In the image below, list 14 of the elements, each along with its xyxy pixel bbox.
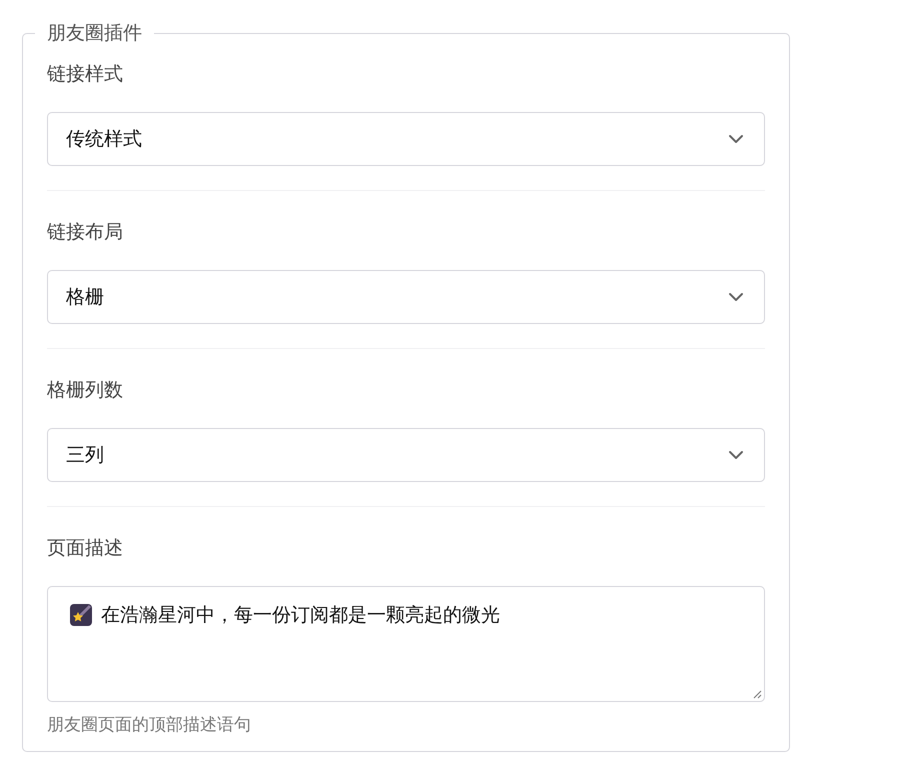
field-label: 页面描述 (47, 536, 124, 561)
select-field[interactable]: 格栅 (47, 270, 765, 324)
help-text: 朋友圈页面的顶部描述语句 (47, 714, 252, 737)
text-area[interactable]: 在浩瀚星河中，每一份订阅都是一颗亮起的微光 (47, 586, 765, 702)
chevron-down-icon (728, 292, 744, 302)
panel-title: 朋友圈插件 (46, 21, 143, 46)
select-field[interactable]: 三列 (47, 428, 765, 482)
chevron-down-icon (728, 450, 744, 460)
field-label: 链接样式 (47, 62, 124, 87)
field-label: 格栅列数 (47, 378, 124, 403)
select-field[interactable]: 传统样式 (47, 112, 765, 166)
resize-handle-icon[interactable] (752, 689, 762, 699)
chevron-down-icon (728, 134, 744, 144)
field-label: 链接布局 (47, 220, 124, 245)
